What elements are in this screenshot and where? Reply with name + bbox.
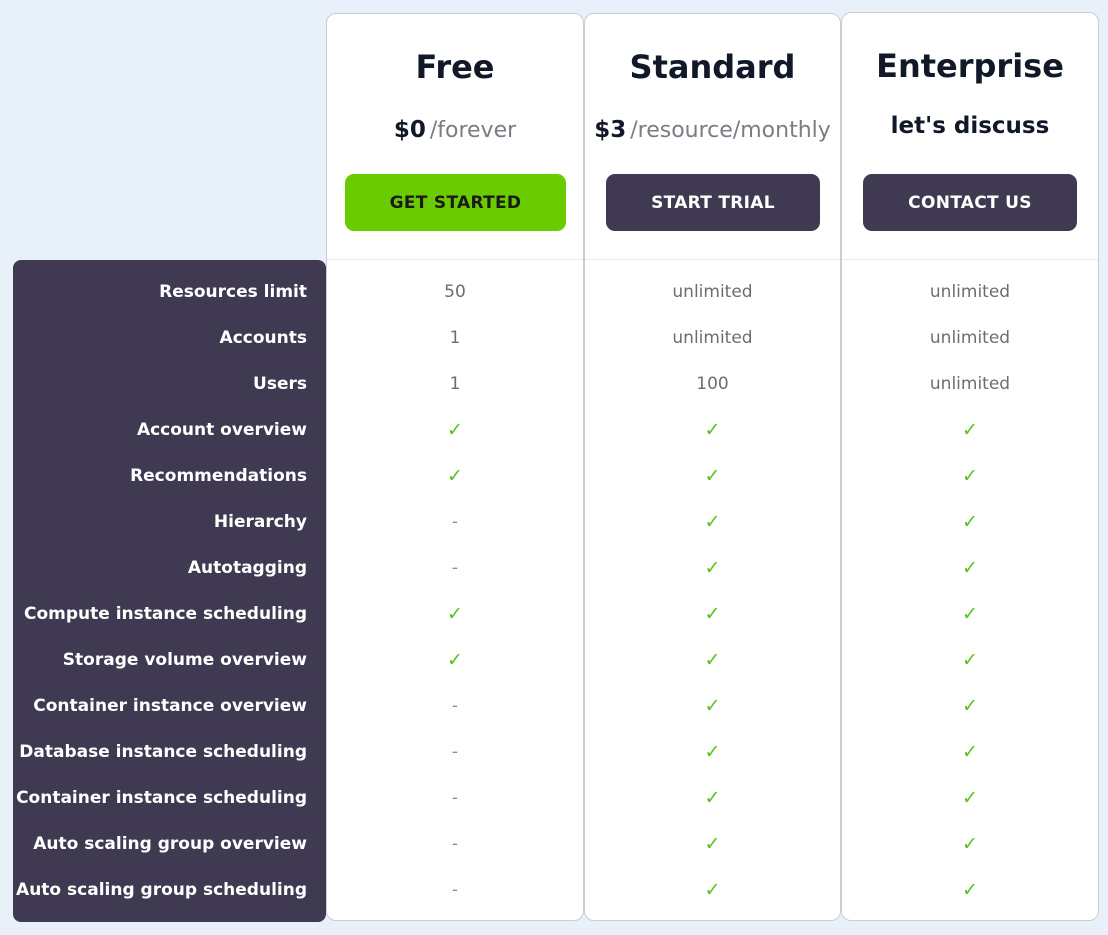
dash-icon: - [451, 834, 459, 854]
check-icon: ✓ [447, 649, 463, 671]
check-icon: ✓ [704, 695, 721, 717]
check-icon: ✓ [962, 833, 978, 855]
feature-label: Storage volume overview [62, 650, 307, 670]
check-icon: ✓ [962, 787, 978, 809]
price-text: let's discuss [890, 113, 1050, 139]
dash-icon: - [451, 512, 459, 532]
check-icon: ✓ [704, 741, 721, 763]
value-cell: 1 [449, 374, 461, 394]
check-icon: ✓ [962, 511, 978, 533]
check-icon: ✓ [447, 603, 463, 625]
check-icon: ✓ [962, 603, 978, 625]
dash-icon: - [451, 558, 459, 578]
plan-header: Enterprise let's discuss CONTACT US [842, 13, 1098, 260]
check-icon: ✓ [704, 787, 721, 809]
price-amount: $3 [594, 117, 627, 143]
feature-label: Users [253, 374, 307, 394]
value-cell: 50 [444, 282, 466, 302]
value-cell: unlimited [929, 328, 1011, 348]
plan-name: Free [415, 48, 495, 86]
check-icon: ✓ [962, 465, 978, 487]
check-icon: ✓ [704, 649, 721, 671]
plan-card-enterprise: Enterprise let's discuss CONTACT US unli… [841, 12, 1099, 921]
plan-price: $0/forever [327, 117, 583, 143]
feature-label: Container instance overview [33, 696, 307, 716]
check-icon: ✓ [962, 649, 978, 671]
plan-header: Standard $3/resource/monthly START TRIAL [585, 14, 840, 260]
value-cell: unlimited [929, 374, 1011, 394]
plan-price: let's discuss [842, 113, 1098, 139]
value-cell: 100 [696, 374, 729, 394]
start-trial-button[interactable]: START TRIAL [606, 174, 820, 231]
feature-label: Accounts [219, 328, 307, 348]
check-icon: ✓ [704, 511, 721, 533]
plan-name: Enterprise [876, 47, 1064, 85]
feature-label: Auto scaling group overview [33, 834, 307, 854]
check-icon: ✓ [704, 603, 721, 625]
get-started-button[interactable]: GET STARTED [345, 174, 566, 231]
value-cell: unlimited [672, 282, 753, 302]
feature-label: Container instance scheduling [16, 788, 307, 808]
value-cell: unlimited [929, 282, 1011, 302]
check-icon: ✓ [704, 465, 721, 487]
check-icon: ✓ [962, 879, 978, 901]
check-icon: ✓ [962, 695, 978, 717]
check-icon: ✓ [962, 419, 978, 441]
feature-label: Recommendations [130, 466, 307, 486]
dash-icon: - [451, 880, 459, 900]
dash-icon: - [451, 742, 459, 762]
plan-header: Free $0/forever GET STARTED [327, 14, 583, 260]
feature-label: Auto scaling group scheduling [16, 880, 307, 900]
feature-label: Resources limit [159, 282, 307, 302]
check-icon: ✓ [447, 419, 463, 441]
price-amount: $0 [393, 117, 426, 143]
price-period: /resource/monthly [630, 118, 831, 143]
feature-labels-panel: Resources limit Accounts Users Account over… [13, 260, 326, 922]
feature-label: Compute instance scheduling [23, 604, 307, 624]
check-icon: ✓ [962, 741, 978, 763]
feature-label: Database instance scheduling [19, 742, 307, 762]
contact-us-button[interactable]: CONTACT US [863, 174, 1077, 231]
plan-price: $3/resource/monthly [585, 117, 840, 143]
check-icon: ✓ [962, 557, 978, 579]
value-cell: unlimited [672, 328, 753, 348]
dash-icon: - [451, 696, 459, 716]
check-icon: ✓ [704, 419, 721, 441]
feature-label: Autotagging [187, 558, 307, 578]
check-icon: ✓ [704, 879, 721, 901]
plan-name: Standard [629, 48, 796, 86]
feature-label: Hierarchy [213, 512, 307, 532]
price-period: /forever [429, 118, 517, 143]
check-icon: ✓ [704, 833, 721, 855]
feature-label: Account overview [136, 420, 307, 440]
plan-card-free: Free $0/forever GET STARTED 50 1 1 ✓ ✓ - - ✓ ✓ - -… [326, 13, 584, 921]
dash-icon: - [451, 788, 459, 808]
plan-card-standard: Standard $3/resource/monthly START TRIAL… [584, 13, 841, 921]
check-icon: ✓ [447, 465, 463, 487]
value-cell: 1 [449, 328, 461, 348]
check-icon: ✓ [704, 557, 721, 579]
